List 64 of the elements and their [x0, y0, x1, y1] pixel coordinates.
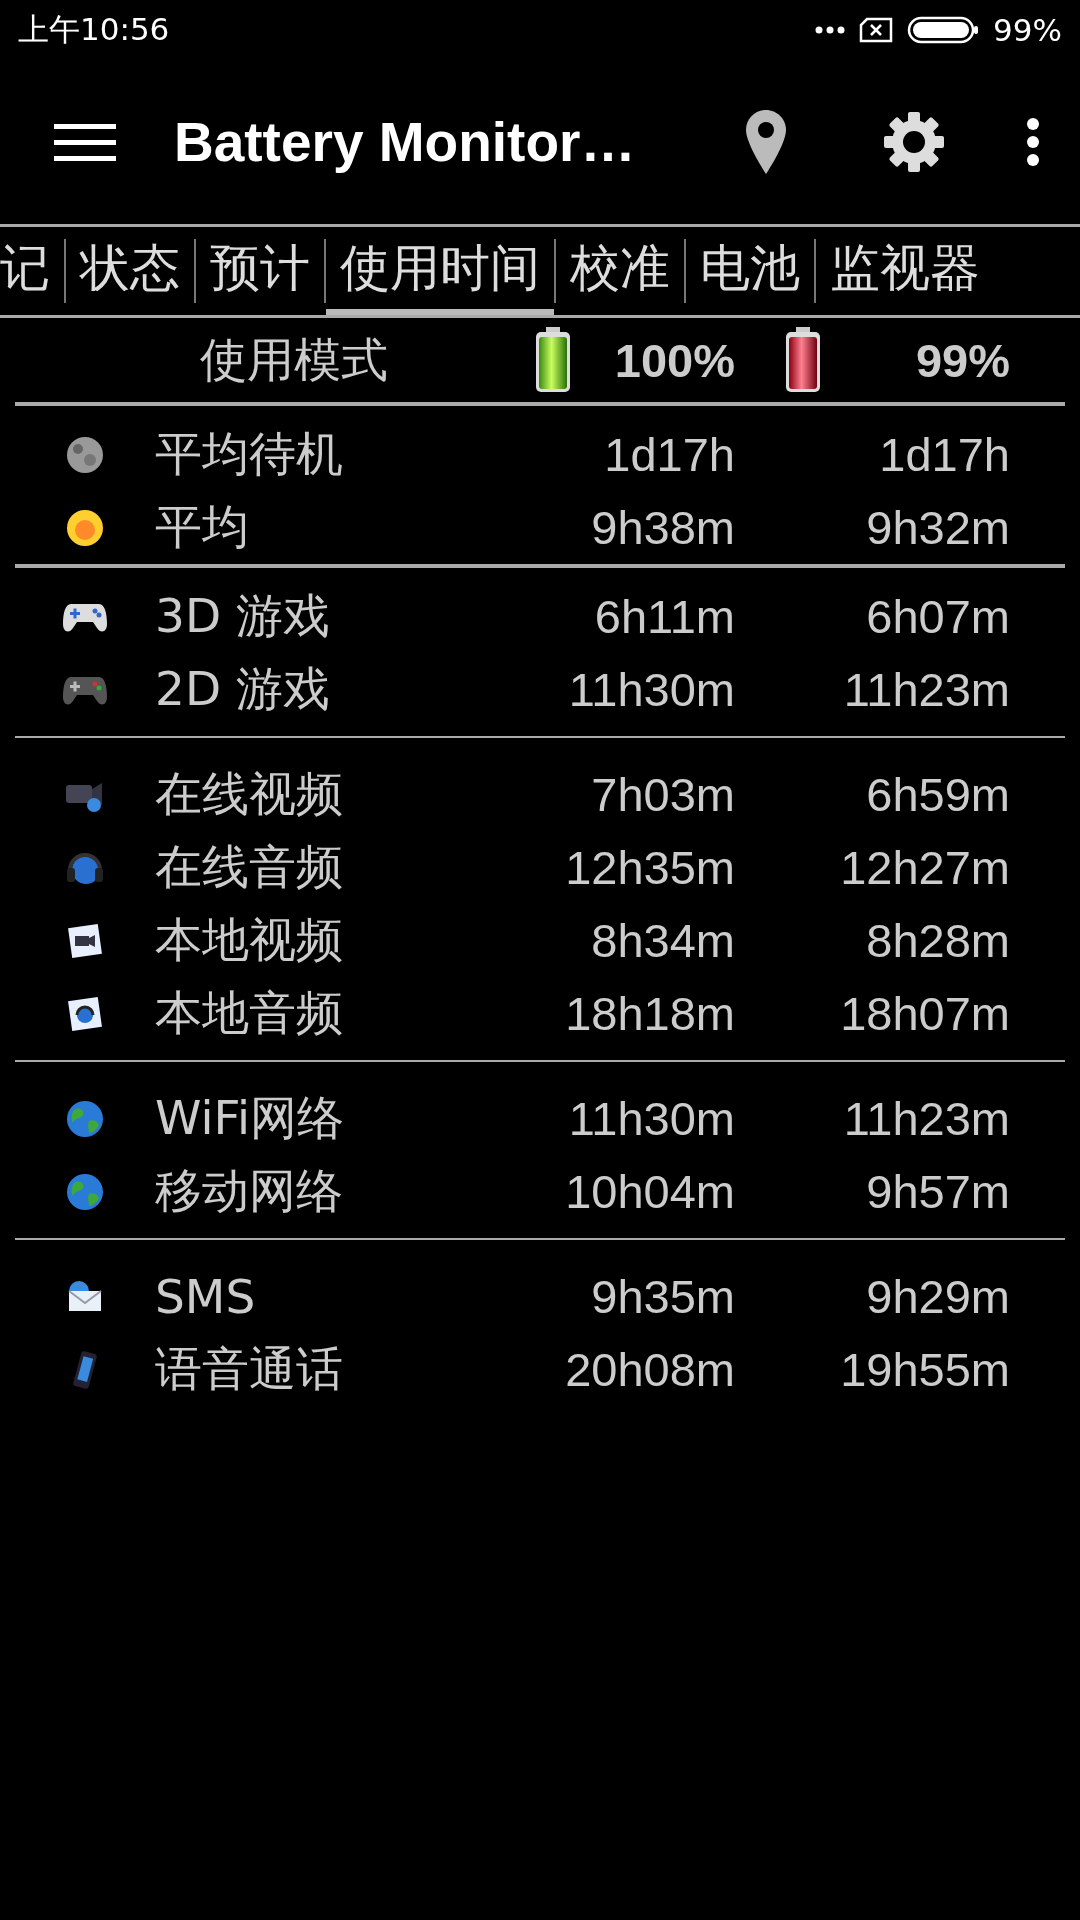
audio-file-icon	[67, 995, 103, 1032]
more-icon[interactable]	[1026, 117, 1040, 167]
tab[interactable]: 校准	[556, 227, 684, 315]
usage-mode-label: 本地音频	[155, 984, 344, 1042]
usage-time: 1d17h	[878, 427, 1010, 482]
usage-mode-label: 3D 游戏	[155, 587, 332, 645]
usage-time: 9h38m	[590, 500, 735, 555]
status-time: 上午10:56	[18, 10, 170, 49]
usage-time: 6h07m	[865, 589, 1010, 644]
settings-icon[interactable]	[882, 110, 946, 174]
usage-time: 20h08m	[564, 1342, 735, 1397]
usage-time: 7h03m	[590, 767, 735, 822]
usage-time: 11h30m	[567, 662, 735, 717]
tab[interactable]: 监视器	[816, 227, 994, 315]
usage-time: 8h34m	[590, 913, 735, 968]
usage-time: 18h07m	[839, 986, 1010, 1041]
usage-mode-label: 本地视频	[155, 911, 344, 969]
tab[interactable]: 记	[0, 227, 64, 315]
video-file-icon	[67, 922, 103, 959]
usage-mode-label: 移动网络	[155, 1162, 344, 1220]
usage-time: 8h28m	[865, 913, 1010, 968]
tab[interactable]: 使用时间	[326, 227, 554, 315]
battery-full-icon	[535, 327, 571, 393]
usage-time: 12h27m	[839, 840, 1010, 895]
usage-time: 11h23m	[842, 1091, 1010, 1146]
app-title: Battery Monitor…	[174, 110, 636, 174]
globe-icon	[65, 1171, 105, 1212]
usage-time: 6h11m	[593, 589, 735, 644]
column-header: 99%	[915, 332, 1010, 388]
battery-full-icon	[785, 327, 821, 393]
usage-mode-label: SMS	[155, 1269, 257, 1324]
usage-time: 12h35m	[564, 840, 735, 895]
globe-icon	[65, 1098, 105, 1139]
battery-percent: 99%	[993, 12, 1062, 48]
usage-time: 10h04m	[564, 1164, 735, 1219]
usage-time: 9h32m	[865, 500, 1010, 555]
usage-time: 11h23m	[842, 662, 1010, 717]
column-header: 100%	[614, 332, 735, 388]
tab[interactable]: 状态	[66, 227, 194, 315]
usage-time: 9h57m	[865, 1164, 1010, 1219]
usage-time: 11h30m	[567, 1091, 735, 1146]
menu-icon[interactable]	[54, 122, 116, 162]
usage-mode-label: 在线视频	[155, 765, 344, 823]
usage-mode-label: 2D 游戏	[155, 660, 332, 718]
usage-mode-label: 平均	[155, 498, 250, 556]
usage-time: 9h35m	[590, 1269, 735, 1324]
usage-mode-label: 语音通话	[155, 1340, 344, 1398]
usage-time: 19h55m	[839, 1342, 1010, 1397]
battery-icon	[907, 16, 980, 44]
column-header: 使用模式	[199, 330, 389, 389]
no-sim-icon	[859, 17, 894, 43]
sun-icon	[65, 507, 105, 548]
dots-icon	[815, 26, 846, 34]
usage-mode-label: WiFi网络	[155, 1089, 346, 1147]
usage-time: 6h59m	[865, 767, 1010, 822]
usage-time: 9h29m	[865, 1269, 1010, 1324]
tab[interactable]: 电池	[686, 227, 814, 315]
moon-icon	[65, 434, 105, 475]
usage-time: 1d17h	[603, 427, 735, 482]
usage-time: 18h18m	[564, 986, 735, 1041]
usage-mode-label: 在线音频	[155, 838, 344, 896]
tab[interactable]: 预计	[196, 227, 324, 315]
usage-mode-label: 平均待机	[155, 425, 344, 483]
location-pin-icon[interactable]	[744, 108, 788, 176]
